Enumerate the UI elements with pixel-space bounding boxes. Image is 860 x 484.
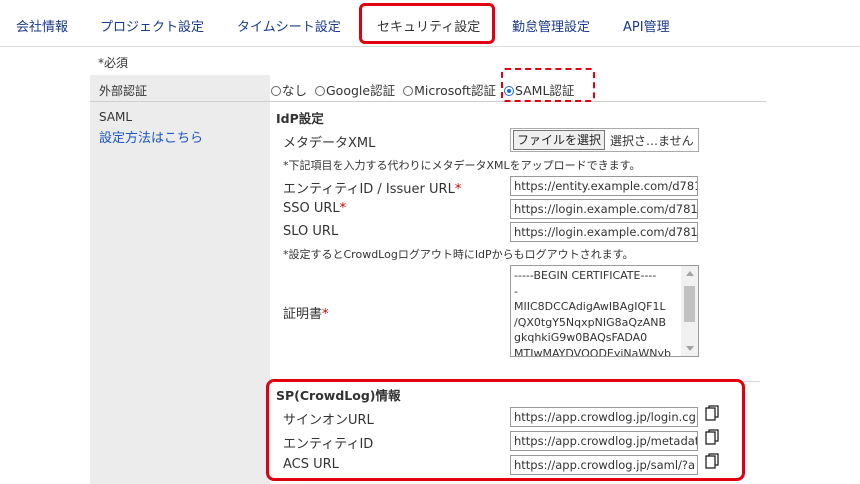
sso-url-label: SSO URL* bbox=[283, 201, 347, 216]
radio-icon bbox=[403, 86, 414, 96]
tab-timesheet-settings[interactable]: タイムシート設定 bbox=[237, 16, 341, 35]
tab-project-settings[interactable]: プロジェクト設定 bbox=[100, 16, 204, 35]
saml-setup-help-link[interactable]: 設定方法はこちら bbox=[99, 127, 203, 146]
required-note: *必須 bbox=[98, 56, 129, 70]
acs-url-input[interactable]: https://app.crowdlog.jp/saml/?a bbox=[510, 455, 698, 475]
scroll-thumb[interactable] bbox=[684, 286, 695, 322]
scroll-down-arrow-icon[interactable] bbox=[686, 346, 694, 351]
saml-option-highlight bbox=[501, 68, 595, 102]
metadata-xml-label: メタデータXML bbox=[283, 136, 376, 151]
slo-note: *設定するとCrowdLogログアウト時にIdPからもログアウトされます。 bbox=[283, 248, 634, 261]
signon-url-label: サインオンURL bbox=[283, 413, 374, 428]
acs-url-label: ACS URL bbox=[283, 457, 339, 472]
entity-id-input[interactable]: https://entity.example.com/d781 bbox=[510, 176, 698, 196]
certificate-scrollbar[interactable] bbox=[681, 266, 698, 356]
certificate-text: -----BEGIN CERTIFICATE---- - MIIC8DCCAdi… bbox=[514, 269, 672, 357]
required-mark: * bbox=[454, 182, 462, 197]
file-status: 選択さ…ません bbox=[610, 134, 694, 148]
entity-id-label: エンティティID / Issuer URL* bbox=[283, 182, 462, 197]
metadata-file-input[interactable]: ファイルを選択 選択さ…ません bbox=[510, 128, 699, 152]
slo-url-input[interactable]: https://login.example.com/d781 bbox=[510, 222, 698, 242]
slo-url-label: SLO URL bbox=[283, 224, 339, 239]
tab-api-management[interactable]: API管理 bbox=[623, 16, 670, 35]
tab-attendance-settings[interactable]: 勤怠管理設定 bbox=[512, 16, 590, 35]
signon-url-input[interactable]: https://app.crowdlog.jp/login.cgi bbox=[510, 407, 698, 427]
idp-section-title: IdP設定 bbox=[276, 111, 324, 126]
sp-entity-id-input[interactable]: https://app.crowdlog.jp/metadat bbox=[510, 431, 698, 451]
tab-company-info[interactable]: 会社情報 bbox=[16, 16, 68, 35]
required-mark: * bbox=[322, 307, 329, 322]
radio-microsoft[interactable]: Microsoft認証 bbox=[403, 83, 496, 98]
active-tab-highlight bbox=[359, 3, 495, 44]
external-auth-label: 外部認証 bbox=[99, 84, 148, 98]
required-mark: * bbox=[339, 201, 347, 216]
certificate-label: 証明書* bbox=[283, 307, 329, 322]
copy-entity-id-icon[interactable] bbox=[705, 429, 719, 445]
saml-label: SAML bbox=[99, 110, 133, 124]
radio-icon bbox=[271, 86, 281, 96]
choose-file-button[interactable]: ファイルを選択 bbox=[513, 130, 605, 150]
sp-entity-id-label: エンティティID bbox=[283, 437, 374, 452]
certificate-textarea[interactable]: -----BEGIN CERTIFICATE---- - MIIC8DCCAdi… bbox=[510, 265, 699, 357]
scroll-up-arrow-icon[interactable] bbox=[686, 271, 694, 276]
radio-icon bbox=[315, 86, 325, 96]
sso-url-input[interactable]: https://login.example.com/d781 bbox=[510, 199, 698, 219]
copy-acs-url-icon[interactable] bbox=[705, 453, 719, 469]
sp-section-title: SP(CrowdLog)情報 bbox=[276, 388, 401, 403]
copy-signon-url-icon[interactable] bbox=[705, 405, 719, 421]
row-divider bbox=[90, 101, 766, 102]
radio-google[interactable]: Google認証 bbox=[315, 83, 395, 98]
metadata-note: *下記項目を入力する代わりにメタデータXMLをアップロードできます。 bbox=[283, 159, 641, 172]
radio-none[interactable]: なし bbox=[271, 83, 307, 98]
